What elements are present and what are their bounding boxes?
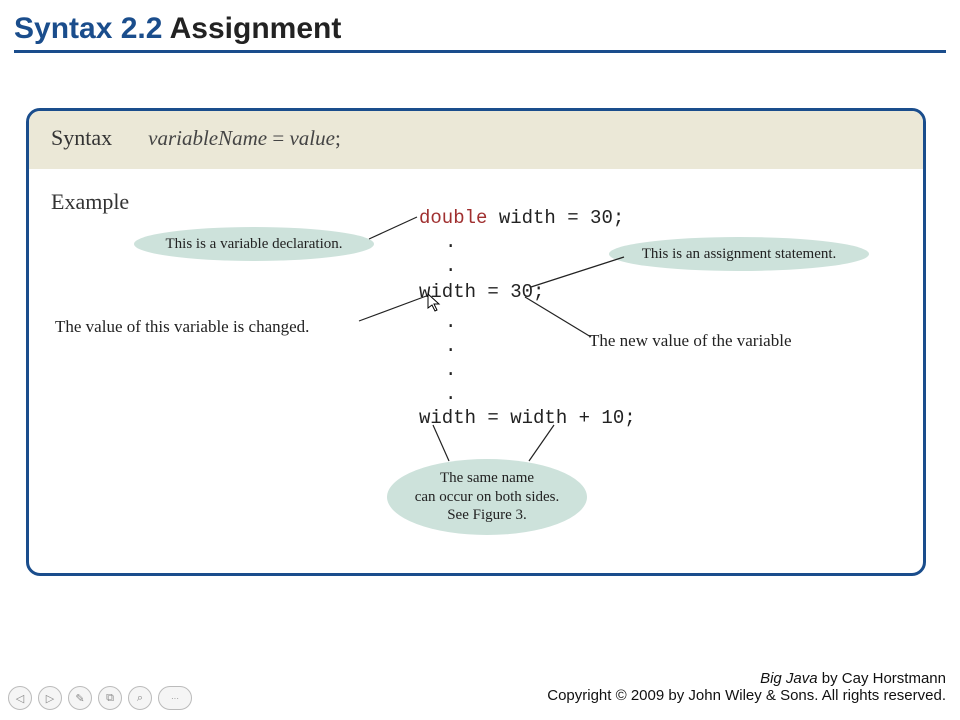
callout-both-sides: The same name can occur on both sides. S…: [387, 459, 587, 535]
syntax-header: Syntax variableName = value;: [29, 111, 923, 169]
syntax-box: Syntax variableName = value; Example dou…: [26, 108, 926, 576]
nav-pen-button[interactable]: ✎: [68, 686, 92, 710]
code-line-declaration: double width = 30;: [419, 207, 624, 229]
page-title-bar: Syntax 2.2 Assignment: [0, 0, 960, 61]
note-new-value: The new value of the variable: [589, 331, 792, 351]
code-line-compound: width = width + 10;: [419, 407, 636, 429]
ellipsis-dot: .: [445, 255, 456, 277]
pattern-val: value: [289, 126, 334, 150]
code-line1-rest: width = 30;: [487, 207, 624, 229]
example-area: Example double width = 30; . . width = 3…: [29, 169, 923, 569]
nav-zoom-button[interactable]: ⌕: [128, 686, 152, 710]
callout-assignment: This is an assignment statement.: [609, 237, 869, 271]
nav-prev-button[interactable]: ◁: [8, 686, 32, 710]
ellipsis-dot: .: [445, 359, 456, 381]
syntax-pattern: variableName = value;: [148, 126, 341, 150]
syntax-label: Syntax: [51, 125, 112, 150]
code-line-assignment: width = 30;: [419, 281, 544, 303]
ellipsis-dot: .: [445, 311, 456, 333]
example-label: Example: [51, 189, 129, 215]
pattern-end: ;: [335, 126, 341, 150]
ellipsis-dot: .: [445, 335, 456, 357]
note-value-changed: The value of this variable is changed.: [55, 317, 309, 337]
footer-line1: Big Java by Cay Horstmann: [547, 670, 946, 687]
pattern-var: variableName: [148, 126, 267, 150]
book-title: Big Java: [760, 670, 818, 687]
nav-menu-button[interactable]: ···: [158, 686, 192, 710]
callout-both-sides-l3: See Figure 3.: [447, 506, 527, 525]
title-rule: [14, 50, 946, 53]
callout-declaration: This is a variable declaration.: [134, 227, 374, 261]
nav-controls: ◁ ▷ ✎ ⧉ ⌕ ···: [8, 686, 192, 710]
ellipsis-dot: .: [445, 383, 456, 405]
nav-copy-button[interactable]: ⧉: [98, 686, 122, 710]
callout-both-sides-l1: The same name: [440, 469, 534, 488]
footer-copyright: Copyright © 2009 by John Wiley & Sons. A…: [547, 687, 946, 704]
keyword-double: double: [419, 207, 487, 229]
title-suffix: Assignment: [162, 12, 341, 45]
title-prefix: Syntax 2.2: [14, 12, 162, 45]
nav-next-button[interactable]: ▷: [38, 686, 62, 710]
book-author: by Cay Horstmann: [818, 670, 946, 687]
ellipsis-dot: .: [445, 231, 456, 253]
pattern-eq: =: [267, 126, 289, 150]
callout-both-sides-l2: can occur on both sides.: [415, 488, 560, 507]
footer: Big Java by Cay Horstmann Copyright © 20…: [547, 670, 946, 704]
